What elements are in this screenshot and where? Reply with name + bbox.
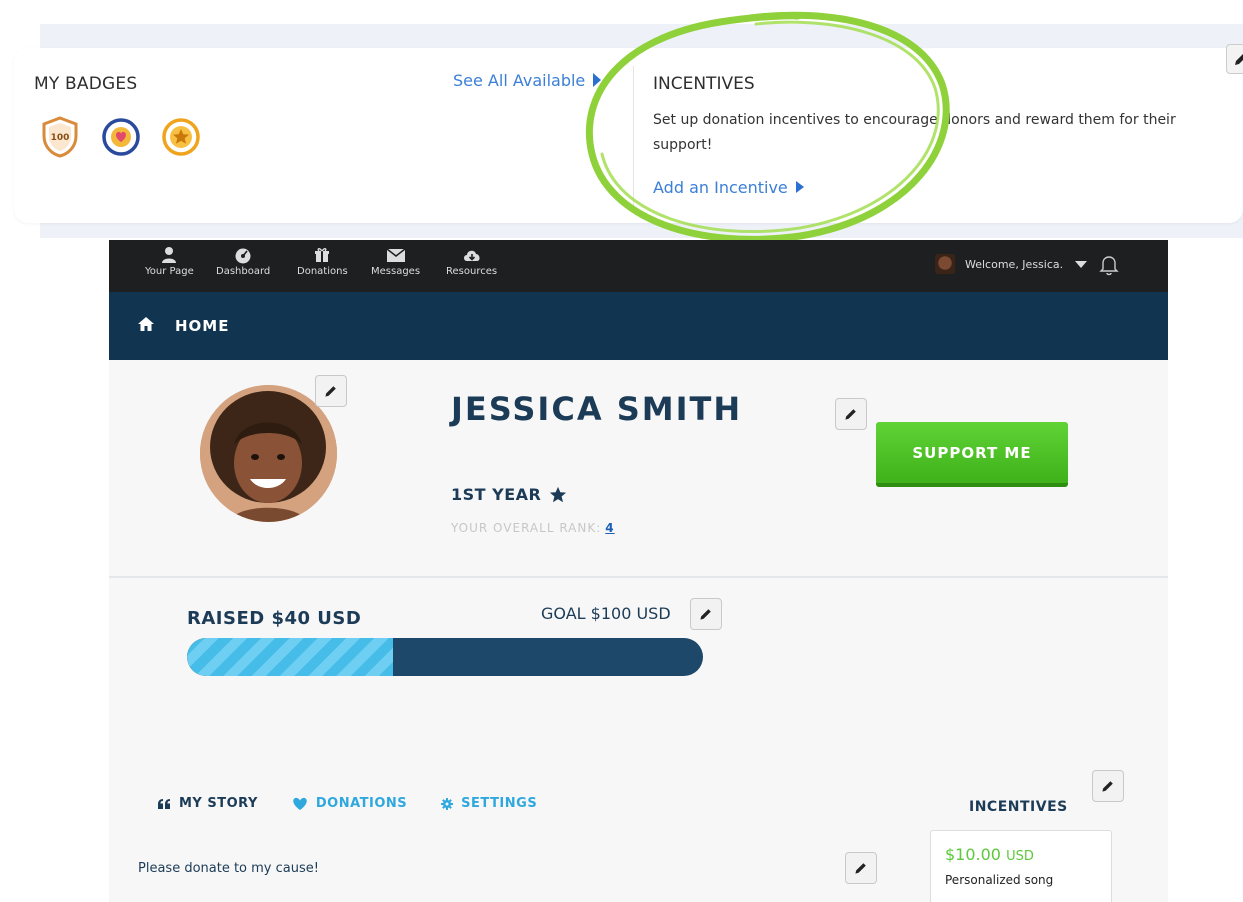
edit-story-button[interactable] [845,852,877,884]
nav-dashboard-label: Dashboard [216,266,271,277]
card-divider [633,66,634,206]
see-all-available-label: See All Available [453,71,586,90]
content-tabs: MY STORY DONATIONS SETTINGS [157,796,571,811]
profile-section: JESSICA SMITH 1ST YEAR YOUR OVERALL RANK… [109,360,1168,578]
pencil-icon [1235,54,1243,65]
progress-fill [187,638,394,676]
user-menu[interactable]: Welcome, Jessica. [935,254,1088,274]
pencil-icon [1102,781,1113,792]
tab-settings[interactable]: SETTINGS [441,796,537,811]
shield-100-badge-icon: 100 [42,116,78,158]
chevron-right-icon [795,181,804,193]
edit-button-corner[interactable] [1226,44,1243,74]
incentive-card[interactable]: $10.00 USD Personalized song [930,830,1112,902]
fundraising-progress-bar [187,638,703,676]
incentives-description: Set up donation incentives to encourage … [653,112,1176,153]
add-incentive-link[interactable]: Add an Incentive [653,178,804,197]
star-badge-icon [162,118,200,156]
nav-messages[interactable]: Messages [371,246,420,277]
edit-photo-button[interactable] [315,375,347,407]
pencil-icon [325,386,336,397]
pencil-icon [845,409,856,420]
my-badges-title: MY BADGES [34,74,138,94]
dashboard-icon [235,248,251,264]
fundraising-page-app: Your Page Dashboard Donations Messages R… [109,240,1168,902]
nav-resources[interactable]: Resources [446,246,497,277]
nav-your-page-label: Your Page [145,266,194,277]
envelope-icon [386,248,405,262]
profile-name: JESSICA SMITH [451,390,743,428]
add-incentive-label: Add an Incentive [653,178,788,197]
story-text: Please donate to my cause! [138,861,319,876]
raised-amount: RAISED $40 USD [187,608,362,629]
incentive-description: Personalized song [945,873,1054,887]
svg-text:100: 100 [51,133,70,143]
incentive-currency: USD [1006,849,1034,864]
tab-settings-label: SETTINGS [461,796,538,811]
user-icon [162,247,177,263]
nav-messages-label: Messages [371,266,421,277]
support-me-button[interactable]: SUPPORT ME [876,422,1068,487]
heart-icon [293,797,307,810]
nav-dashboard[interactable]: Dashboard [216,246,270,277]
overall-rank-link[interactable]: 4 [605,521,614,535]
pencil-icon [700,609,711,620]
top-navigation-bar: Your Page Dashboard Donations Messages R… [109,240,1168,292]
tab-my-story[interactable]: MY STORY [157,796,258,811]
see-all-available-link[interactable]: See All Available [453,71,602,90]
tab-my-story-label: MY STORY [179,796,258,811]
incentive-amount-value: $10.00 [945,845,1001,864]
incentives-panel-title: INCENTIVES [653,74,755,94]
quote-icon [158,798,170,809]
caret-down-icon [1075,260,1088,268]
tab-donations[interactable]: DONATIONS [292,796,407,811]
bell-icon[interactable] [1099,254,1119,276]
overall-rank: YOUR OVERALL RANK: 4 [451,521,615,535]
chevron-right-icon [593,73,602,87]
avatar [935,254,955,274]
star-icon [550,486,567,502]
participant-year: 1ST YEAR [451,485,567,504]
edit-incentives-button[interactable] [1092,770,1124,802]
cloud-download-icon [463,250,480,261]
nav-donations-label: Donations [297,266,348,277]
tab-donations-label: DONATIONS [315,796,408,811]
heart-badge-icon [102,118,140,156]
participant-year-label: 1ST YEAR [451,485,542,504]
gift-icon [315,248,330,262]
incentive-amount: $10.00 USD [945,845,1034,864]
page-title: HOME [175,317,230,335]
nav-your-page[interactable]: Your Page [145,246,194,277]
edit-goal-button[interactable] [690,598,722,630]
home-icon [138,317,154,331]
gear-icon [441,797,454,810]
goal-amount: GOAL $100 USD [541,604,671,623]
pencil-icon [855,863,866,874]
incentives-list-title: INCENTIVES [969,799,1068,815]
overall-rank-label: YOUR OVERALL RANK: [451,521,602,535]
nav-resources-label: Resources [446,266,498,277]
edit-name-button[interactable] [835,398,867,430]
welcome-text: Welcome, Jessica. [965,257,1064,271]
nav-donations[interactable]: Donations [297,246,348,277]
home-header-bar: HOME [109,292,1168,360]
